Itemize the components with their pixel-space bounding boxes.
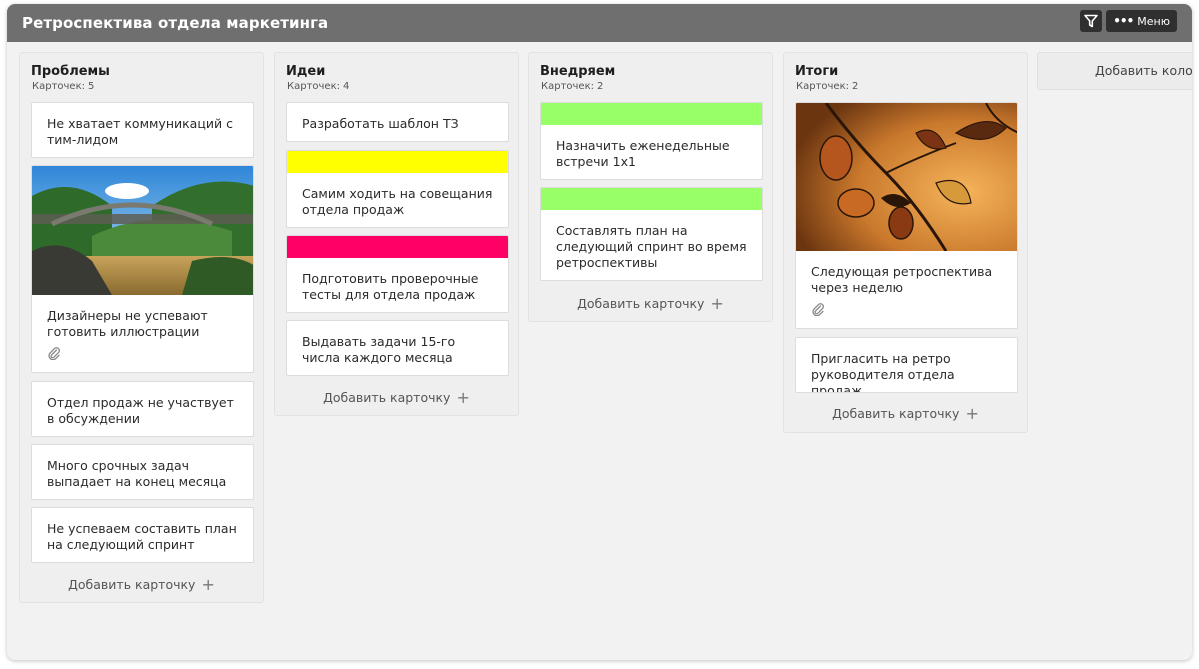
card-text: Не хватает коммуникаций с тим-лидом <box>47 116 233 147</box>
add-card-button[interactable]: Добавить карточку + <box>784 403 1027 423</box>
board-header: Ретроспектива отдела маркетинга ••• Меню <box>7 4 1192 42</box>
card-labeled[interactable]: Самим ходить на совещания отдела продаж <box>286 150 509 228</box>
card[interactable]: Пригласить на ретро руководителя отдела … <box>795 337 1018 393</box>
card[interactable]: Не успеваем составить план на следующий … <box>31 507 254 563</box>
column-implementing: Внедряем Карточек: 2 Назначить еженедель… <box>528 52 773 322</box>
add-card-label: Добавить карточку <box>832 406 960 421</box>
count-label: Карточек: <box>287 81 340 92</box>
column-card-count: Карточек: 5 <box>32 81 94 92</box>
add-card-label: Добавить карточку <box>323 390 451 405</box>
count-value: 5 <box>88 81 95 92</box>
card-with-image[interactable]: Дизайнеры не успевают готовить иллюстрац… <box>31 165 254 373</box>
column-card-count: Карточек: 2 <box>796 81 858 92</box>
card-labeled[interactable]: Подготовить проверочные тесты для отдела… <box>286 235 509 313</box>
plus-icon: + <box>456 387 470 407</box>
board-window: Ретроспектива отдела маркетинга ••• Меню… <box>7 4 1192 660</box>
count-label: Карточек: <box>796 81 849 92</box>
card-image-bridge <box>32 166 253 295</box>
count-value: 2 <box>852 81 859 92</box>
add-column-button[interactable]: Добавить колон <box>1037 52 1192 90</box>
card[interactable]: Много срочных задач выпадает на конец ме… <box>31 444 254 500</box>
column-title: Идеи <box>286 64 326 79</box>
column-card-count: Карточек: 2 <box>541 81 603 92</box>
card-text: Составлять план на следующий спринт во в… <box>556 223 747 270</box>
card-text: Много срочных задач выпадает на конец ме… <box>47 458 227 489</box>
card-color-label <box>541 103 762 125</box>
card-text: Выдавать задачи 15-го числа каждого меся… <box>302 334 456 365</box>
card-text: Самим ходить на совещания отдела продаж <box>302 186 493 217</box>
add-card-button[interactable]: Добавить карточку + <box>20 574 263 594</box>
count-label: Карточек: <box>541 81 594 92</box>
plus-icon: + <box>710 293 724 313</box>
count-label: Карточек: <box>32 81 85 92</box>
paperclip-icon <box>811 302 825 316</box>
filter-icon <box>1084 14 1099 28</box>
card[interactable]: Выдавать задачи 15-го числа каждого меся… <box>286 320 509 376</box>
add-card-label: Добавить карточку <box>577 296 705 311</box>
card-text: Подготовить проверочные тесты для отдела… <box>302 271 479 302</box>
column-ideas: Идеи Карточек: 4 Разработать шаблон ТЗ С… <box>274 52 519 416</box>
column-title: Итоги <box>795 64 839 79</box>
card-text: Следующая ретроспектива через неделю <box>811 264 993 295</box>
card-text: Назначить еженедельные встречи 1x1 <box>556 138 730 169</box>
plus-icon: + <box>965 403 979 423</box>
dots-icon: ••• <box>1113 14 1134 28</box>
column-problems: Проблемы Карточек: 5 Не хватает коммуник… <box>19 52 264 603</box>
board-columns: Проблемы Карточек: 5 Не хватает коммуник… <box>7 42 1192 660</box>
count-value: 2 <box>597 81 604 92</box>
column-title: Внедряем <box>540 64 616 79</box>
card-labeled[interactable]: Назначить еженедельные встречи 1x1 <box>540 102 763 180</box>
paperclip-icon <box>47 346 61 360</box>
card-with-image[interactable]: Следующая ретроспектива через неделю <box>795 102 1018 329</box>
menu-button-label: Меню <box>1137 14 1170 28</box>
board-title: Ретроспектива отдела маркетинга <box>22 14 329 32</box>
card-image-persimmon <box>796 103 1017 251</box>
card[interactable]: Отдел продаж не участвует в обсуждении <box>31 381 254 437</box>
add-column-label: Добавить колон <box>1095 63 1192 78</box>
column-results: Итоги Карточек: 2 Следующая ретроспектив… <box>783 52 1028 433</box>
add-card-button[interactable]: Добавить карточку + <box>275 387 518 407</box>
card-text: Дизайнеры не успевают готовить иллюстрац… <box>47 308 208 339</box>
card-text: Разработать шаблон ТЗ <box>302 116 459 131</box>
card[interactable]: Разработать шаблон ТЗ <box>286 102 509 142</box>
card-color-label <box>287 151 508 173</box>
card-text: Пригласить на ретро руководителя отдела … <box>811 351 955 393</box>
filter-button[interactable] <box>1080 10 1103 32</box>
card-labeled[interactable]: Составлять план на следующий спринт во в… <box>540 187 763 281</box>
add-card-label: Добавить карточку <box>68 577 196 592</box>
card-text: Не успеваем составить план на следующий … <box>47 521 237 552</box>
header-actions: ••• Меню <box>1080 10 1177 32</box>
add-card-button[interactable]: Добавить карточку + <box>529 293 772 313</box>
card-color-label <box>287 236 508 258</box>
column-card-count: Карточек: 4 <box>287 81 349 92</box>
card-text: Отдел продаж не участвует в обсуждении <box>47 395 234 426</box>
menu-button[interactable]: ••• Меню <box>1106 10 1177 32</box>
plus-icon: + <box>201 574 215 594</box>
column-title: Проблемы <box>31 64 110 79</box>
count-value: 4 <box>343 81 350 92</box>
card[interactable]: Не хватает коммуникаций с тим-лидом <box>31 102 254 158</box>
card-color-label <box>541 188 762 210</box>
